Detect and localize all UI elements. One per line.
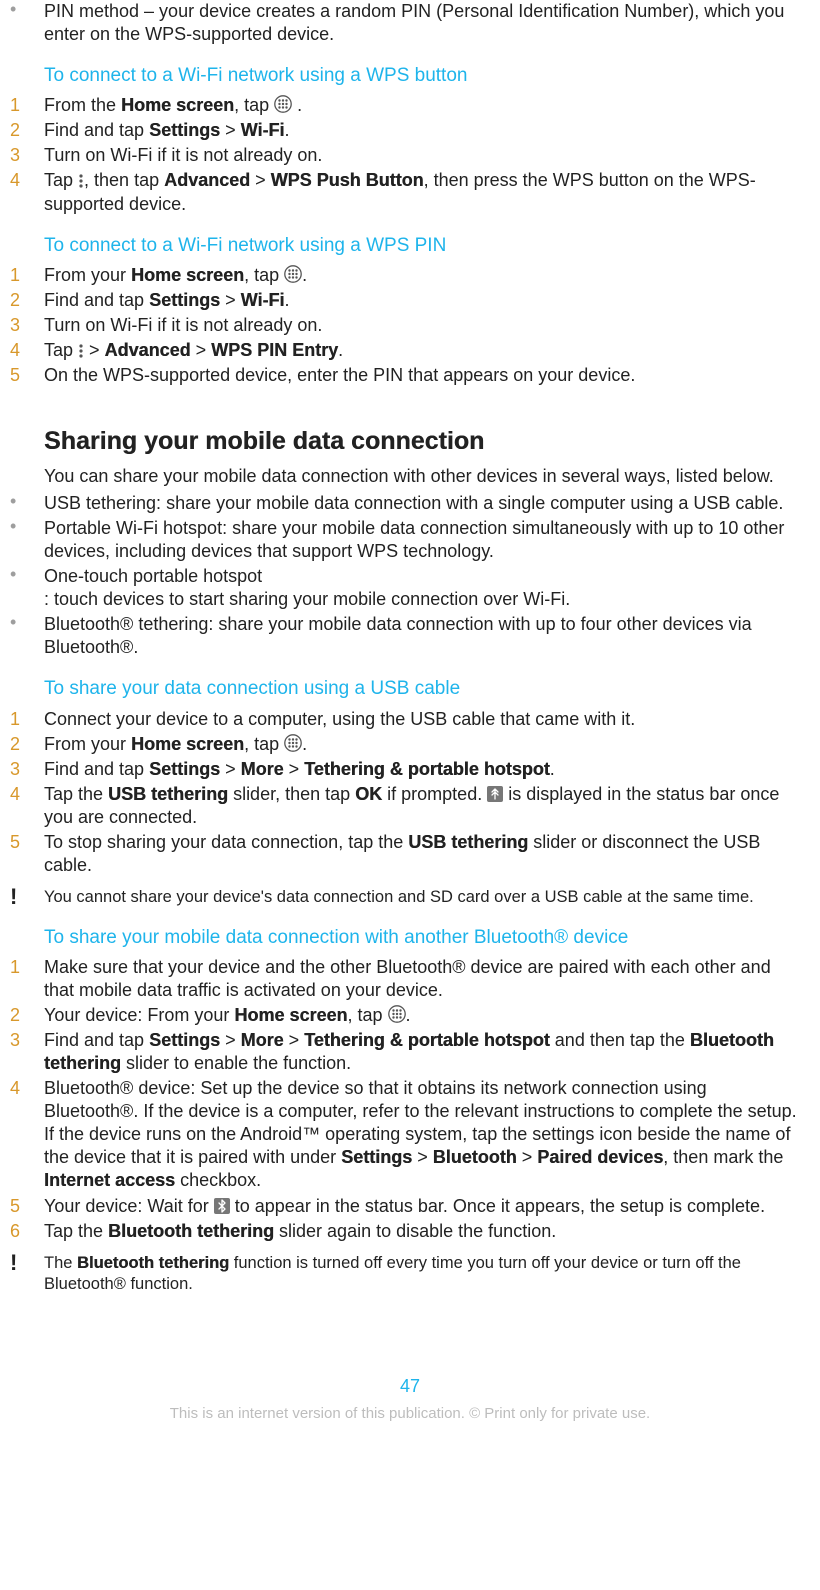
step-number: 1 bbox=[10, 956, 44, 1002]
step-text: From your Home screen, tap . bbox=[44, 733, 810, 756]
step-text: Your device: From your Home screen, tap … bbox=[44, 1004, 810, 1027]
step-number: 5 bbox=[10, 1195, 44, 1218]
step-number: 2 bbox=[10, 733, 44, 756]
apps-icon bbox=[284, 734, 302, 752]
step-text: From your Home screen, tap . bbox=[44, 264, 810, 287]
bullet-text: PIN method – your device creates a rando… bbox=[44, 0, 810, 46]
step-number: 5 bbox=[10, 831, 44, 877]
step-number: 1 bbox=[10, 94, 44, 117]
apps-icon bbox=[274, 95, 292, 113]
step-text: Tap , then tap Advanced > WPS Push Butto… bbox=[44, 169, 810, 215]
step-number: 2 bbox=[10, 289, 44, 312]
subhead-wps-button: To connect to a Wi-Fi network using a WP… bbox=[44, 64, 810, 88]
apps-icon bbox=[388, 1005, 406, 1023]
bullet-marker: • bbox=[10, 492, 44, 515]
step-text: From the Home screen, tap . bbox=[44, 94, 810, 117]
section-heading-sharing: Sharing your mobile data connection bbox=[44, 425, 810, 457]
step-number: 3 bbox=[10, 1029, 44, 1075]
step-text: Find and tap Settings > Wi-Fi. bbox=[44, 119, 810, 142]
step-text: Tap the Bluetooth tethering slider again… bbox=[44, 1220, 810, 1243]
step-text: Find and tap Settings > More > Tethering… bbox=[44, 758, 810, 781]
usb-tether-icon bbox=[487, 786, 503, 802]
subhead-bt: To share your mobile data connection wit… bbox=[44, 926, 810, 950]
bullet-text: Bluetooth® tethering: share your mobile … bbox=[44, 613, 810, 659]
note-text: The Bluetooth tethering function is turn… bbox=[44, 1253, 810, 1295]
step-number: 2 bbox=[10, 1004, 44, 1027]
step-text: Make sure that your device and the other… bbox=[44, 956, 810, 1002]
page-number: 47 bbox=[10, 1375, 810, 1398]
step-number: 4 bbox=[10, 783, 44, 829]
step-text: Turn on Wi-Fi if it is not already on. bbox=[44, 144, 810, 167]
bullet-text: USB tethering: share your mobile data co… bbox=[44, 492, 810, 515]
step-number: 1 bbox=[10, 264, 44, 287]
step-text: To stop sharing your data connection, ta… bbox=[44, 831, 810, 877]
step-number: 3 bbox=[10, 758, 44, 781]
footer-text: This is an internet version of this publ… bbox=[10, 1404, 810, 1423]
bt-tether-icon bbox=[214, 1198, 230, 1214]
attention-icon: ! bbox=[10, 887, 44, 908]
paragraph: You can share your mobile data connectio… bbox=[44, 465, 810, 488]
subhead-usb: To share your data connection using a US… bbox=[44, 677, 810, 701]
step-text: Connect your device to a computer, using… bbox=[44, 708, 810, 731]
step-text: Tap the USB tethering slider, then tap O… bbox=[44, 783, 810, 829]
step-text: Find and tap Settings > Wi-Fi. bbox=[44, 289, 810, 312]
step-text: On the WPS-supported device, enter the P… bbox=[44, 364, 810, 387]
note-text: You cannot share your device's data conn… bbox=[44, 887, 810, 908]
bullet-text: One-touch portable hotspot: touch device… bbox=[44, 565, 810, 611]
step-number: 2 bbox=[10, 119, 44, 142]
step-number: 1 bbox=[10, 708, 44, 731]
bullet-text: Portable Wi-Fi hotspot: share your mobil… bbox=[44, 517, 810, 563]
step-number: 5 bbox=[10, 364, 44, 387]
step-text: Your device: Wait for to appear in the s… bbox=[44, 1195, 810, 1218]
step-number: 3 bbox=[10, 314, 44, 337]
step-text: Bluetooth® device: Set up the device so … bbox=[44, 1077, 810, 1192]
step-number: 4 bbox=[10, 339, 44, 362]
attention-icon: ! bbox=[10, 1253, 44, 1295]
step-text: Turn on Wi-Fi if it is not already on. bbox=[44, 314, 810, 337]
bullet-marker: • bbox=[10, 613, 44, 659]
bullet-marker: • bbox=[10, 517, 44, 563]
bullet-marker: • bbox=[10, 565, 44, 611]
step-number: 4 bbox=[10, 1077, 44, 1192]
step-number: 4 bbox=[10, 169, 44, 215]
step-text: Tap > Advanced > WPS PIN Entry. bbox=[44, 339, 810, 362]
bullet-marker: • bbox=[10, 0, 44, 46]
step-number: 3 bbox=[10, 144, 44, 167]
step-text: Find and tap Settings > More > Tethering… bbox=[44, 1029, 810, 1075]
step-number: 6 bbox=[10, 1220, 44, 1243]
apps-icon bbox=[284, 265, 302, 283]
subhead-wps-pin: To connect to a Wi-Fi network using a WP… bbox=[44, 234, 810, 258]
